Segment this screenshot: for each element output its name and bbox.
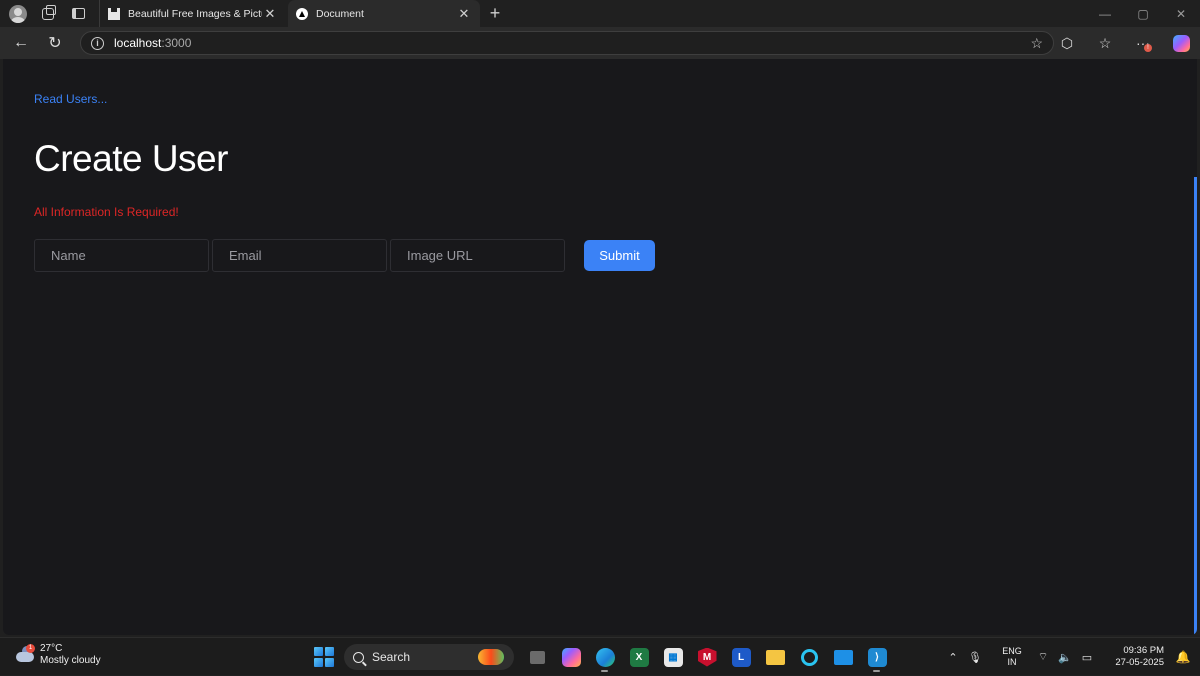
excel-icon[interactable]: X bbox=[622, 642, 656, 672]
url-host: localhost bbox=[114, 36, 162, 50]
email-input[interactable] bbox=[212, 239, 387, 272]
copilot-button[interactable] bbox=[1162, 27, 1200, 59]
refresh-button[interactable]: ↻ bbox=[38, 27, 72, 59]
more-options-icon[interactable]: ···! bbox=[1124, 27, 1162, 59]
alexa-icon[interactable] bbox=[792, 642, 826, 672]
create-user-form: Submit bbox=[34, 239, 655, 272]
tab-unsplash[interactable]: Beautiful Free Images & Pictures | ✕ bbox=[99, 0, 286, 27]
profile-icon bbox=[9, 4, 27, 23]
error-message: All Information Is Required! bbox=[34, 205, 179, 219]
profile-button[interactable] bbox=[3, 0, 33, 27]
submit-button[interactable]: Submit bbox=[584, 240, 655, 271]
browser-toolbar: ← ↻ i localhost :3000 ☆ ⬡ ☆ ···! bbox=[0, 27, 1200, 59]
start-windows-icon[interactable] bbox=[314, 647, 334, 667]
taskbar-search[interactable]: Search bbox=[344, 644, 514, 670]
address-bar[interactable]: i localhost :3000 ☆ bbox=[80, 31, 1054, 55]
minimize-icon[interactable]: — bbox=[1086, 0, 1124, 27]
read-users-link[interactable]: Read Users... bbox=[34, 92, 107, 106]
cloudy-night-icon: 1 bbox=[14, 644, 36, 664]
unsplash-favicon-icon bbox=[108, 7, 120, 20]
microphone-icon[interactable]: 🎙 bbox=[964, 651, 986, 664]
toolbar-icons: ⬡ ☆ ···! bbox=[1048, 27, 1200, 59]
workspaces-icon bbox=[42, 4, 56, 20]
microsoft-store-icon[interactable]: ▦ bbox=[656, 642, 690, 672]
copilot-app-icon[interactable] bbox=[554, 642, 588, 672]
region-code: IN bbox=[1007, 657, 1017, 667]
refresh-icon: ↻ bbox=[48, 35, 62, 52]
mcafee-icon[interactable]: M bbox=[690, 642, 724, 672]
extensions-icon[interactable]: ⬡ bbox=[1048, 27, 1086, 59]
search-label: Search bbox=[372, 650, 411, 664]
clock-time: 09:36 PM bbox=[1123, 645, 1164, 656]
edge-browser-icon[interactable] bbox=[588, 642, 622, 672]
remote-desktop-icon[interactable] bbox=[826, 642, 860, 672]
language-code: ENG bbox=[1002, 646, 1022, 656]
system-tray: ⌃ 🎙 ENG IN ⌔ 🔈 ▭ 09:36 PM 27-05-2025 🔔 bbox=[942, 638, 1200, 676]
vscode-icon[interactable]: ⟩ bbox=[860, 642, 894, 672]
tab-actions-button[interactable] bbox=[63, 0, 93, 27]
language-indicator[interactable]: ENG IN bbox=[992, 646, 1032, 668]
favorite-star-icon[interactable]: ☆ bbox=[1030, 35, 1043, 52]
weather-temperature: 27°C bbox=[40, 643, 63, 654]
taskbar: 1 27°C Mostly cloudy Search X ▦ M L ⟩ ⌃ … bbox=[0, 637, 1200, 675]
image-url-input[interactable] bbox=[390, 239, 565, 272]
file-explorer-icon[interactable] bbox=[758, 642, 792, 672]
nextjs-favicon-icon bbox=[296, 7, 308, 20]
arrow-left-icon: ← bbox=[13, 34, 29, 51]
search-icon bbox=[353, 651, 364, 663]
url-port: :3000 bbox=[161, 36, 192, 50]
close-tab-icon[interactable]: ✕ bbox=[456, 6, 472, 22]
lens-app-icon[interactable]: L bbox=[724, 642, 758, 672]
favorites-icon[interactable]: ☆ bbox=[1086, 27, 1124, 59]
page-title: Create User bbox=[34, 138, 228, 179]
clock-date: 27-05-2025 bbox=[1115, 657, 1164, 668]
notification-dot: ! bbox=[1144, 44, 1152, 52]
name-input[interactable] bbox=[34, 239, 209, 272]
tab-document[interactable]: Document ✕ bbox=[288, 0, 480, 27]
weather-condition: Mostly cloudy bbox=[40, 655, 101, 666]
browser-tab-bar: Beautiful Free Images & Pictures | ✕ Doc… bbox=[0, 0, 1200, 27]
volume-icon[interactable]: 🔈 bbox=[1054, 651, 1076, 664]
battery-icon[interactable]: ▭ bbox=[1076, 651, 1098, 664]
workspaces-button[interactable] bbox=[33, 0, 63, 27]
weather-badge: 1 bbox=[26, 644, 35, 653]
taskbar-clock[interactable]: 09:36 PM 27-05-2025 bbox=[1104, 645, 1164, 669]
tab-actions-icon bbox=[71, 8, 85, 19]
page-viewport: Read Users... Create User All Informatio… bbox=[3, 59, 1197, 635]
taskbar-apps: Search X ▦ M L ⟩ bbox=[310, 642, 894, 672]
task-view-icon[interactable] bbox=[520, 642, 554, 672]
maximize-icon[interactable]: ▢ bbox=[1124, 0, 1162, 27]
back-button[interactable]: ← bbox=[4, 27, 38, 59]
close-tab-icon[interactable]: ✕ bbox=[262, 6, 278, 22]
chevron-up-icon[interactable]: ⌃ bbox=[942, 651, 964, 664]
copilot-icon bbox=[1172, 34, 1190, 52]
scrollbar-thumb[interactable] bbox=[1194, 177, 1197, 635]
search-highlight-icon bbox=[478, 649, 504, 665]
window-controls: — ▢ ✕ bbox=[1086, 0, 1200, 27]
wifi-icon[interactable]: ⌔ bbox=[1032, 650, 1054, 664]
new-tab-button[interactable]: + bbox=[480, 0, 510, 27]
weather-widget[interactable]: 1 27°C Mostly cloudy bbox=[14, 643, 101, 667]
tab-title: Document bbox=[316, 7, 364, 20]
info-icon[interactable]: i bbox=[91, 36, 104, 50]
close-window-icon[interactable]: ✕ bbox=[1162, 0, 1200, 27]
notification-bell-icon[interactable]: 🔔 bbox=[1172, 650, 1194, 664]
tab-title: Beautiful Free Images & Pictures | bbox=[128, 7, 262, 20]
